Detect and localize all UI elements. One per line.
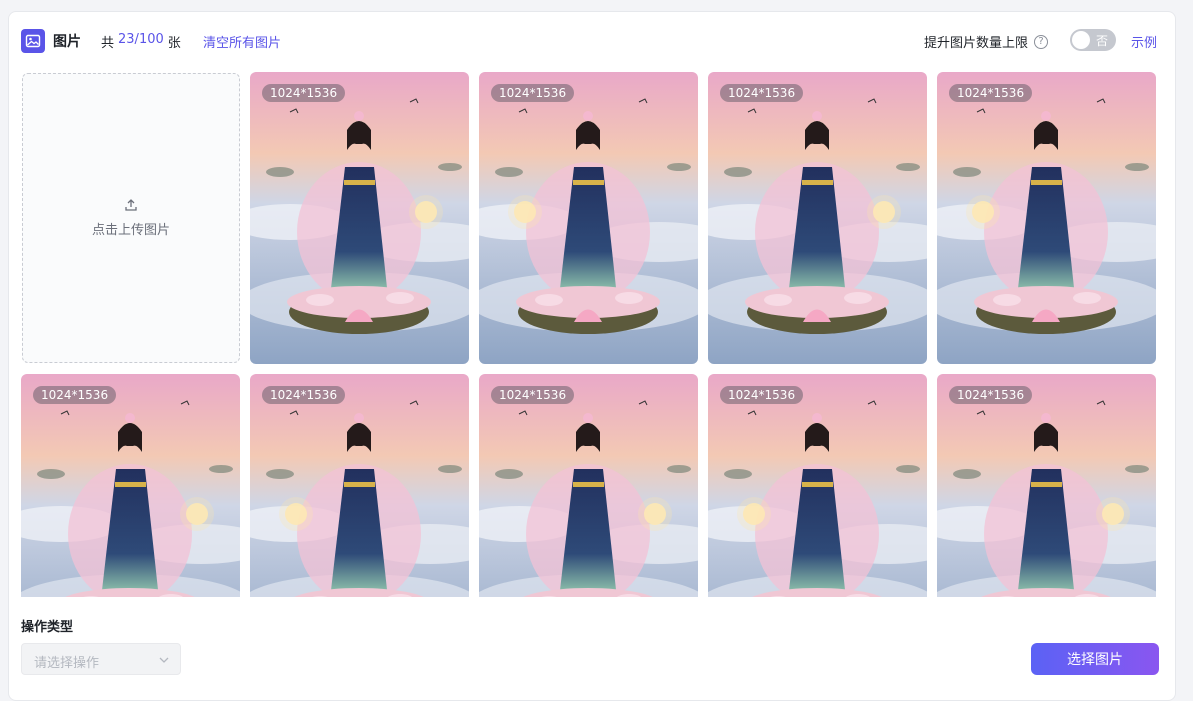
operation-select[interactable]: 请选择操作 — [21, 643, 181, 675]
chevron-down-icon — [158, 654, 170, 670]
upload-icon — [124, 198, 138, 215]
toggle-label: 否 — [1095, 34, 1108, 48]
operation-select-placeholder: 请选择操作 — [34, 656, 100, 671]
clear-all-link[interactable]: 清空所有图片 — [203, 32, 281, 51]
image-grid: 点击上传图片 1024*1536 1024*1536 1024*1536 102… — [21, 72, 1161, 597]
select-images-button[interactable]: 选择图片 — [1031, 643, 1159, 675]
image-thumbnail — [479, 72, 698, 364]
count-value: 23/100 — [118, 32, 164, 47]
image-card[interactable]: 1024*1536 — [250, 374, 469, 597]
image-card[interactable]: 1024*1536 — [708, 72, 927, 364]
count-suffix: 张 — [167, 36, 181, 51]
image-size-badge: 1024*1536 — [949, 84, 1033, 102]
image-size-badge: 1024*1536 — [491, 386, 575, 404]
image-card[interactable]: 1024*1536 — [21, 374, 240, 597]
image-thumbnail — [708, 374, 927, 597]
image-size-badge: 1024*1536 — [262, 386, 346, 404]
upload-dropzone[interactable]: 点击上传图片 — [22, 73, 240, 363]
limit-label-group: 提升图片数量上限 ? — [924, 32, 1049, 51]
image-count: 共 23/100 张 — [101, 32, 181, 51]
image-thumbnail — [250, 374, 469, 597]
image-thumbnail — [937, 374, 1156, 597]
image-card[interactable]: 1024*1536 — [937, 72, 1156, 364]
image-size-badge: 1024*1536 — [720, 84, 804, 102]
image-thumbnail — [479, 374, 698, 597]
image-panel: 图片 共 23/100 张 清空所有图片 提升图片数量上限 ? 否 示例 点击上… — [8, 11, 1176, 701]
example-link[interactable]: 示例 — [1131, 32, 1157, 51]
image-thumbnail — [937, 72, 1156, 364]
operation-type-label: 操作类型 — [21, 620, 74, 635]
image-card[interactable]: 1024*1536 — [708, 374, 927, 597]
image-card[interactable]: 1024*1536 — [479, 72, 698, 364]
page-title: 图片 — [53, 34, 81, 50]
image-icon — [21, 29, 45, 53]
help-icon[interactable]: ? — [1034, 34, 1049, 49]
upload-label: 点击上传图片 — [91, 223, 170, 238]
image-card[interactable]: 1024*1536 — [479, 374, 698, 597]
image-size-badge: 1024*1536 — [491, 84, 575, 102]
image-card[interactable]: 1024*1536 — [250, 72, 469, 364]
image-thumbnail — [250, 72, 469, 364]
image-size-badge: 1024*1536 — [262, 84, 346, 102]
image-size-badge: 1024*1536 — [949, 386, 1033, 404]
count-prefix: 共 — [101, 36, 115, 51]
image-size-badge: 1024*1536 — [720, 386, 804, 404]
image-card[interactable]: 1024*1536 — [937, 374, 1156, 597]
limit-label: 提升图片数量上限 — [924, 36, 1029, 51]
toggle-knob — [1072, 31, 1090, 49]
image-thumbnail — [21, 374, 240, 597]
limit-toggle[interactable]: 否 — [1070, 29, 1116, 51]
image-thumbnail — [708, 72, 927, 364]
image-size-badge: 1024*1536 — [33, 386, 117, 404]
